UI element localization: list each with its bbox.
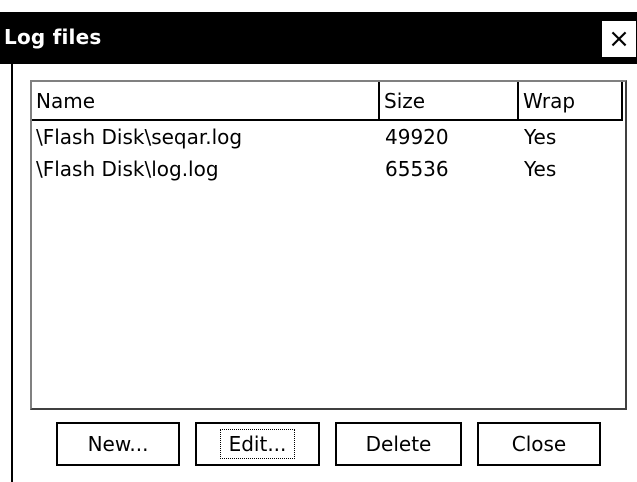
delete-button-label: Delete — [365, 432, 432, 456]
close-button[interactable]: Close — [477, 422, 601, 466]
file-size: 65536 — [385, 157, 449, 181]
log-files-list[interactable]: Name Size Wrap \Flash Disk\seqar.log 499… — [30, 80, 627, 410]
delete-button[interactable]: Delete — [335, 422, 462, 466]
file-wrap: Yes — [524, 157, 557, 181]
column-header-name[interactable]: Name — [32, 82, 380, 121]
close-icon[interactable]: × — [601, 20, 637, 58]
title-bar: Log files × — [0, 12, 637, 64]
column-header-size[interactable]: Size — [380, 82, 519, 121]
edit-button[interactable]: Edit... — [195, 422, 320, 466]
log-files-dialog: Log files × Name Size Wrap \Flash Disk\s… — [0, 0, 637, 482]
button-row: New... Edit... Delete Close — [0, 422, 637, 466]
list-rows: \Flash Disk\seqar.log 49920 Yes \Flash D… — [32, 122, 625, 186]
edit-button-label: Edit... — [219, 429, 296, 459]
close-button-label: Close — [511, 432, 567, 456]
list-item[interactable]: \Flash Disk\log.log 65536 Yes — [32, 154, 625, 186]
column-header-wrap[interactable]: Wrap — [519, 82, 623, 121]
file-name: \Flash Disk\seqar.log — [36, 125, 243, 149]
new-button[interactable]: New... — [56, 422, 180, 466]
file-name: \Flash Disk\log.log — [36, 157, 219, 181]
window-border — [11, 64, 13, 482]
new-button-label: New... — [87, 432, 149, 456]
file-wrap: Yes — [524, 125, 557, 149]
file-size: 49920 — [385, 125, 449, 149]
list-item[interactable]: \Flash Disk\seqar.log 49920 Yes — [32, 122, 625, 154]
list-header: Name Size Wrap — [32, 82, 625, 122]
dialog-title: Log files — [4, 25, 102, 49]
